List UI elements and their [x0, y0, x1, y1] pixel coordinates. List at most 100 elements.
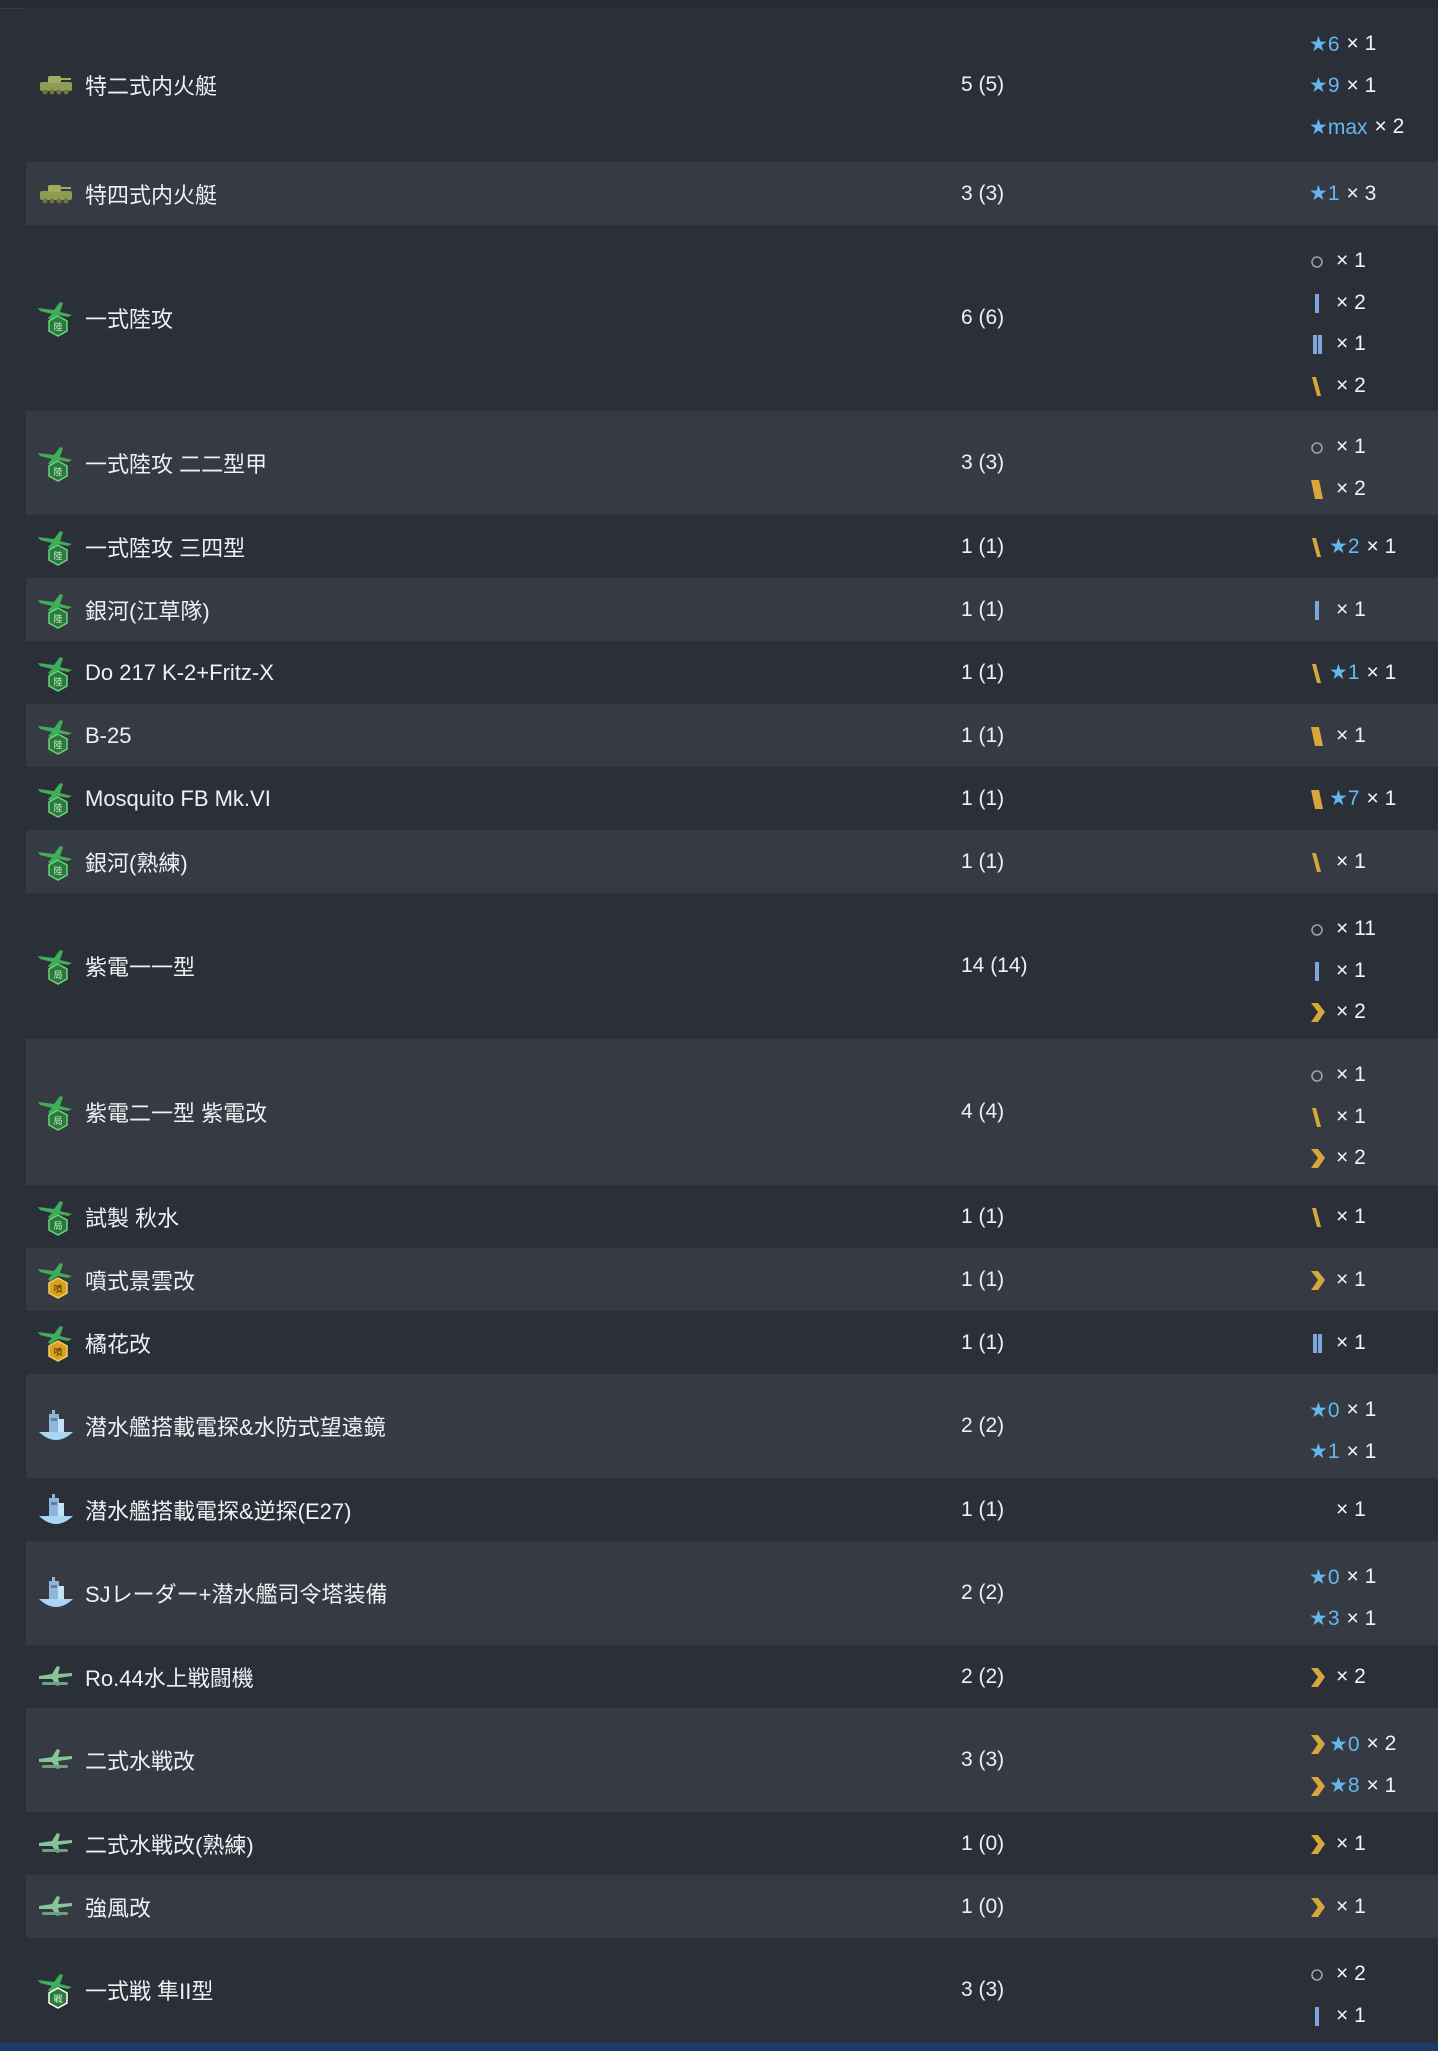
improvement-star: ★1 — [1309, 1440, 1340, 1463]
table-row[interactable]: 陸 B-25 1 (1) × 1 — [26, 704, 1438, 767]
improvement-entry: ★0 × 2 — [1309, 1731, 1396, 1757]
equipment-count: 3 (3) — [961, 181, 1005, 205]
improvement-list: ★7 × 1 — [1309, 767, 1438, 830]
improvement-entry: ★1 × 1 — [1309, 660, 1396, 686]
proficiency-none-icon — [1309, 1962, 1329, 1986]
improvement-star: ★9 — [1309, 74, 1340, 97]
improvement-list: × 2 — [1309, 1645, 1438, 1708]
improvement-entry: × 1 — [1309, 1104, 1366, 1130]
table-row[interactable]: 陸 一式陸攻 三四型 1 (1) ★2 × 1 — [26, 515, 1438, 578]
improvement-entry: × 1 — [1309, 1330, 1366, 1356]
table-row[interactable]: 陸 銀河(熟練) 1 (1) × 1 — [26, 830, 1438, 893]
equipment-count: 1 (1) — [961, 660, 1005, 684]
improvement-entry: × 1 — [1309, 1062, 1366, 1088]
table-row[interactable]: 陸 一式陸攻 6 (6) × 1 × 2 × 1 × 2 — [26, 225, 1438, 411]
interceptor-icon: 局 — [36, 1197, 76, 1237]
proficiency-max-icon — [1309, 1268, 1329, 1292]
improvement-entry: ★max × 2 — [1309, 114, 1404, 140]
improvement-entry: ★7 × 1 — [1309, 786, 1396, 812]
equipment-count: 14 (14) — [961, 954, 1028, 977]
improvement-list: × 1 — [1309, 1875, 1438, 1938]
equipment-name: B-25 — [85, 722, 132, 748]
improvement-entry: × 1 — [1309, 1894, 1366, 1920]
improvement-entry: × 1 — [1309, 958, 1366, 984]
equipment-count: 1 (0) — [961, 1894, 1005, 1918]
improvement-list: × 1 — [1309, 1812, 1438, 1875]
proficiency-4-icon — [1309, 374, 1329, 398]
table-row[interactable]: 潜水艦搭載電探&水防式望遠鏡 2 (2) ★0 × 1 ★1 × 1 — [26, 1374, 1438, 1478]
improvement-entry: ★2 × 1 — [1309, 534, 1396, 560]
proficiency-max-icon — [1309, 1774, 1329, 1798]
improvement-quantity: × 2 — [1336, 373, 1366, 397]
table-row[interactable]: 戦 一式戦 隼II型 3 (3) × 2 × 1 — [26, 1938, 1438, 2042]
equipment-count: 2 (2) — [961, 1664, 1005, 1688]
table-row[interactable]: 噴 噴式景雲改 1 (1) × 1 — [26, 1248, 1438, 1311]
improvement-quantity: × 1 — [1346, 1606, 1377, 1630]
proficiency-none-icon — [1309, 917, 1329, 941]
svg-text:噴: 噴 — [53, 1346, 62, 1358]
improvement-list: × 2 × 1 — [1309, 1938, 1438, 2042]
proficiency-max-icon — [1309, 1146, 1329, 1170]
table-row[interactable]: 陸 Mosquito FB Mk.VI 1 (1) ★7 × 1 — [26, 767, 1438, 830]
equipment-name: 一式陸攻 三四型 — [85, 535, 246, 561]
improvement-quantity: × 1 — [1336, 249, 1366, 272]
submarine-equipment-icon — [36, 1573, 76, 1613]
equipment-count: 1 (1) — [961, 786, 1005, 810]
equipment-name: 紫電一一型 — [85, 955, 196, 980]
improvement-entry: × 1 — [1309, 1831, 1366, 1857]
table-row[interactable]: 特四式内火艇 3 (3) ★1 × 3 — [26, 162, 1438, 225]
equipment-count: 1 (0) — [961, 1831, 1005, 1855]
improvement-entry: × 2 — [1309, 373, 1366, 399]
improvement-entry: × 1 — [1309, 597, 1366, 623]
equipment-name: 試製 秋水 — [85, 1205, 180, 1231]
proficiency-2-icon — [1309, 332, 1329, 356]
table-row[interactable]: 二式水戦改(熟練) 1 (0) × 1 — [26, 1812, 1438, 1875]
table-row[interactable]: Ro.44水上戦闘機 2 (2) × 2 — [26, 1645, 1438, 1708]
proficiency-max-icon — [1309, 1832, 1329, 1856]
svg-text:陸: 陸 — [53, 550, 62, 562]
equipment-count: 1 (1) — [961, 534, 1005, 558]
table-row[interactable]: 局 試製 秋水 1 (1) × 1 — [26, 1185, 1438, 1248]
table-row[interactable]: 陸 銀河(江草隊) 1 (1) × 1 — [26, 578, 1438, 641]
table-row[interactable]: 陸 一式陸攻 二二型甲 3 (3) × 1 × 2 — [26, 411, 1438, 515]
improvement-quantity: × 1 — [1346, 1565, 1377, 1588]
improvement-quantity: × 1 — [1346, 1398, 1377, 1421]
improvement-quantity: × 1 — [1336, 723, 1366, 747]
table-row[interactable]: 強風改 1 (0) × 1 — [26, 1875, 1438, 1938]
table-row[interactable]: 陸 Do 217 K-2+Fritz-X 1 (1) ★1 × 1 — [26, 641, 1438, 704]
improvement-list: ★1 × 1 — [1309, 641, 1438, 704]
table-row[interactable]: 噴 橘花改 1 (1) × 1 — [26, 1311, 1438, 1374]
improvement-quantity: × 1 — [1336, 435, 1366, 458]
improvement-entry: × 2 — [1309, 1664, 1366, 1690]
improvement-quantity: × 1 — [1336, 1831, 1366, 1855]
improvement-list: ★0 × 1 ★1 × 1 — [1309, 1374, 1438, 1478]
svg-text:陸: 陸 — [53, 865, 62, 877]
table-row[interactable]: 潜水艦搭載電探&逆探(E27) 1 (1) × 1 — [26, 1478, 1438, 1541]
land-attacker-icon: 陸 — [36, 653, 76, 693]
improvement-entry: ★0 × 1 — [1309, 1564, 1376, 1590]
improvement-quantity: × 1 — [1346, 1439, 1377, 1463]
seaplane-fighter-icon — [36, 1657, 76, 1697]
equipment-count: 2 (2) — [961, 1414, 1005, 1437]
svg-text:局: 局 — [53, 970, 62, 981]
table-row[interactable]: 特二式内火艇 5 (5) ★6 × 1 ★9 × 1 ★max × 2 — [26, 8, 1438, 162]
improvement-quantity: × 1 — [1336, 849, 1366, 873]
equipment-table: 特二式内火艇 5 (5) ★6 × 1 ★9 × 1 ★max × 2 特四式内火艇 3 (3) ★… — [26, 8, 1438, 2042]
proficiency-blank — [1309, 1498, 1329, 1522]
table-row[interactable]: 局 紫電二一型 紫電改 4 (4) × 1 × 1 × 2 — [26, 1039, 1438, 1185]
svg-text:陸: 陸 — [53, 739, 62, 751]
equipment-name: 噴式景雲改 — [85, 1268, 196, 1294]
equipment-count: 3 (3) — [961, 1748, 1005, 1771]
proficiency-none-icon — [1309, 249, 1329, 273]
table-row[interactable]: SJレーダー+潜水艦司令塔装備 2 (2) ★0 × 1 ★3 × 1 — [26, 1541, 1438, 1645]
table-row[interactable]: 局 紫電一一型 14 (14) × 11 × 1 × 2 — [26, 893, 1438, 1039]
improvement-list: × 1 — [1309, 1248, 1438, 1311]
land-attacker-icon: 陸 — [36, 298, 76, 338]
improvement-entry: ★3 × 1 — [1309, 1606, 1376, 1632]
table-row[interactable]: 二式水戦改 3 (3) ★0 × 2 ★8 × 1 — [26, 1708, 1438, 1812]
seaplane-fighter-icon — [36, 1887, 76, 1927]
equipment-count: 1 (1) — [961, 1497, 1005, 1521]
improvement-star: ★7 — [1329, 787, 1360, 810]
proficiency-1-icon — [1309, 291, 1329, 315]
bottom-bar — [0, 2043, 1438, 2051]
